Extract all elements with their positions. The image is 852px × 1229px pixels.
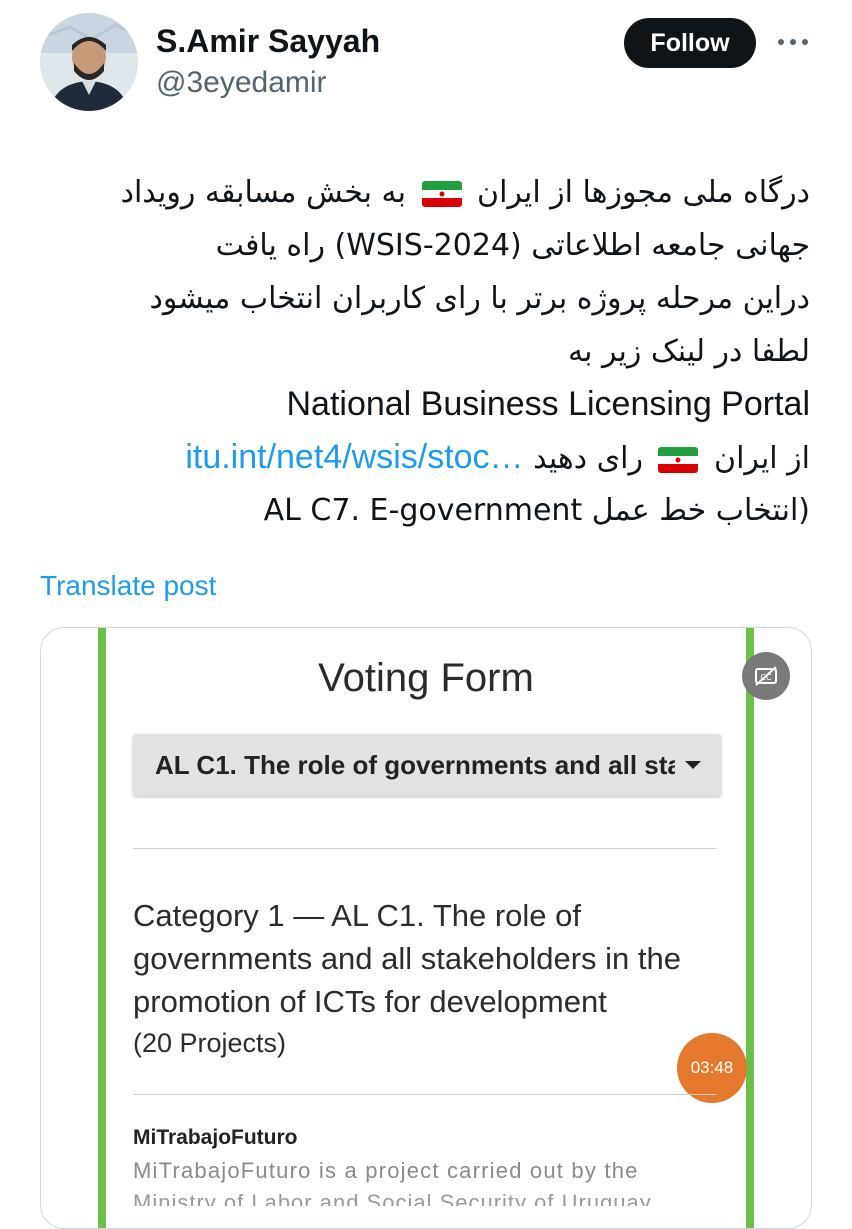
tweet-segment: درگاه ملی مجوزها از ایران [477, 175, 810, 210]
project-name: MiTrabajoFuturo [133, 1126, 298, 1149]
category-title: Category 1 — AL C1. The role of governme… [133, 898, 681, 1019]
translate-post-link[interactable]: Translate post [40, 570, 216, 602]
more-options-icon[interactable] [778, 34, 812, 50]
project-description: MiTrabajoFuturo is a project carried out… [133, 1158, 639, 1183]
project-description-cut: Ministry of Labor and Social Security of… [133, 1190, 652, 1206]
iran-flag-icon [421, 180, 462, 207]
tweet-text: درگاه ملی مجوزها از ایران به بخش مسابقه … [40, 166, 810, 537]
tweet-segment: به بخش مسابقه رویداد [120, 175, 406, 210]
user-handle[interactable]: @3eyedamir [156, 66, 327, 100]
iran-flag-icon [658, 446, 699, 473]
green-border-left [98, 628, 106, 1228]
tweet-segment: رای دهید [533, 441, 643, 476]
avatar-image [40, 13, 138, 111]
tweet-line: دراین مرحله پروژه برتر با رای کاربران ان… [149, 281, 810, 316]
tweet-segment: از ایران [714, 441, 810, 476]
display-name[interactable]: S.Amir Sayyah [156, 23, 380, 60]
tweet-line: از ایران رای دهید itu.int/net4/wsis/stoc… [40, 431, 810, 484]
follow-button[interactable]: Follow [624, 18, 756, 68]
tweet-line: لطفا در لینک زیر به [568, 334, 810, 369]
media-attachment[interactable]: Voting Form CC AL C1. The role of govern… [40, 627, 812, 1229]
caret-down-icon [685, 761, 701, 769]
video-timer-badge: 03:48 [677, 1033, 747, 1103]
closed-caption-icon[interactable]: CC [742, 652, 790, 700]
divider [133, 848, 716, 849]
tweet-line: (انتخاب خط عمل AL C7. E-government [263, 493, 810, 528]
avatar[interactable] [40, 13, 138, 111]
form-title: Voting Form [318, 656, 534, 700]
divider [133, 1094, 716, 1095]
tweet-link[interactable]: itu.int/net4/wsis/stoc… [185, 438, 523, 476]
tweet-line: جهانی جامعه اطلاعاتی (WSIS-2024) راه یاف… [215, 228, 810, 263]
tweet-line: National Business Licensing Portal [286, 385, 810, 423]
category-select-value: AL C1. The role of governments and all s… [155, 749, 675, 780]
tweet-line: درگاه ملی مجوزها از ایران به بخش مسابقه … [40, 166, 810, 219]
green-border-right [746, 628, 754, 1228]
category-select[interactable]: AL C1. The role of governments and all s… [133, 734, 721, 796]
category-count: (20 Projects) [133, 1028, 287, 1058]
